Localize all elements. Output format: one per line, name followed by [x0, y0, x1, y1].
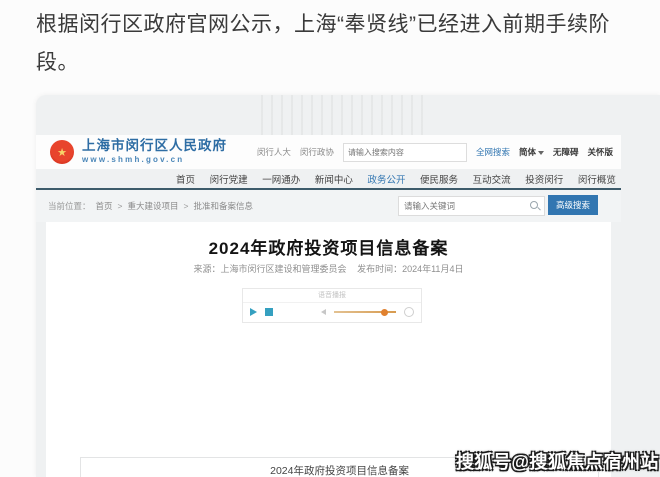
- watermark: 搜狐号@搜狐焦点宿州站: [456, 448, 659, 474]
- care-mode-link[interactable]: 关怀版: [587, 146, 613, 158]
- repeat-icon[interactable]: [404, 307, 414, 317]
- search-icon[interactable]: [530, 201, 540, 211]
- breadcrumb-separator: >: [184, 201, 189, 211]
- nav-item-interaction[interactable]: 互动交流: [473, 172, 511, 186]
- breadcrumb-major-projects[interactable]: 重大建设项目: [128, 200, 179, 212]
- nav-item-home[interactable]: 首页: [176, 172, 195, 186]
- site-identity: 上海市闵行区人民政府 www.shmh.gov.cn: [82, 139, 227, 165]
- header-search-input[interactable]: [344, 148, 466, 157]
- nav-item-services-portal[interactable]: 一网通办: [262, 172, 300, 186]
- national-emblem-logo: ★: [50, 140, 74, 164]
- language-toggle[interactable]: 简体: [519, 146, 544, 158]
- nav-item-public-services[interactable]: 便民服务: [420, 172, 458, 186]
- site-search-button[interactable]: 全网搜索: [476, 146, 510, 158]
- article-meta: 来源：上海市闵行区建设和管理委员会 发布时间：2024年11月4日: [46, 262, 611, 275]
- breadcrumb-approval-filing[interactable]: 批准和备案信息: [193, 200, 253, 212]
- breadcrumb: 当前位置： 首页 > 重大建设项目 > 批准和备案信息: [48, 200, 253, 212]
- volume-slider[interactable]: [334, 311, 396, 313]
- breadcrumb-bar: 当前位置： 首页 > 重大建设项目 > 批准和备案信息 高级搜索: [36, 190, 621, 222]
- nav-item-invest[interactable]: 投资闵行: [525, 172, 563, 186]
- header-utility-bar: 闵行人大 闵行政协 全网搜索 简体 无障碍 关怀版: [257, 143, 613, 162]
- nav-item-overview[interactable]: 闵行概览: [578, 172, 616, 186]
- chevron-down-icon: [538, 151, 544, 155]
- breadcrumb-prefix: 当前位置：: [48, 200, 91, 212]
- article-caption: 根据闵行区政府官网公示，上海“奉贤线”已经进入前期手续阶段。: [36, 6, 636, 82]
- gov-website-screenshot: ★ 上海市闵行区人民政府 www.shmh.gov.cn 闵行人大 闵行政协 全…: [36, 95, 660, 477]
- site-url: www.shmh.gov.cn: [82, 156, 227, 165]
- content-panel: 2024年政府投资项目信息备案 来源：上海市闵行区建设和管理委员会 发布时间：2…: [46, 222, 611, 477]
- header-search-box: [343, 143, 467, 162]
- article-source: 来源：上海市闵行区建设和管理委员会: [194, 264, 347, 274]
- advanced-search-button[interactable]: 高级搜索: [548, 195, 598, 215]
- keyword-search-input[interactable]: [399, 201, 530, 211]
- slider-handle[interactable]: [381, 309, 388, 316]
- volume-icon: [321, 309, 326, 315]
- nav-item-news[interactable]: 新闻中心: [315, 172, 353, 186]
- breadcrumb-separator: >: [118, 201, 123, 211]
- page-title: 2024年政府投资项目信息备案: [46, 234, 611, 259]
- audio-player-label: 语音播报: [243, 289, 421, 303]
- site-name: 上海市闵行区人民政府: [82, 139, 227, 154]
- keyword-search-box: [398, 196, 545, 216]
- article-image: 根据闵行区政府官网公示，上海“奉贤线”已经进入前期手续阶段。 ★ 上海市闵行区人…: [0, 0, 660, 477]
- audio-player: 语音播报: [242, 288, 422, 323]
- nav-item-gov-disclosure[interactable]: 政务公开: [367, 172, 405, 186]
- stop-icon[interactable]: [265, 308, 273, 316]
- site-header: ★ 上海市闵行区人民政府 www.shmh.gov.cn 闵行人大 闵行政协 全…: [36, 135, 621, 169]
- nav-item-party[interactable]: 闵行党建: [210, 172, 248, 186]
- accessibility-link[interactable]: 无障碍: [553, 146, 579, 158]
- play-icon[interactable]: [250, 308, 257, 316]
- link-zhengxie[interactable]: 闵行政协: [300, 146, 334, 158]
- link-renda[interactable]: 闵行人大: [257, 146, 291, 158]
- main-nav: 首页 闵行党建 一网通办 新闻中心 政务公开 便民服务 互动交流 投资闵行 闵行…: [176, 169, 616, 188]
- article-publish-date: 发布时间：2024年11月4日: [357, 264, 463, 274]
- breadcrumb-home[interactable]: 首页: [96, 200, 113, 212]
- audio-player-controls: [243, 303, 421, 321]
